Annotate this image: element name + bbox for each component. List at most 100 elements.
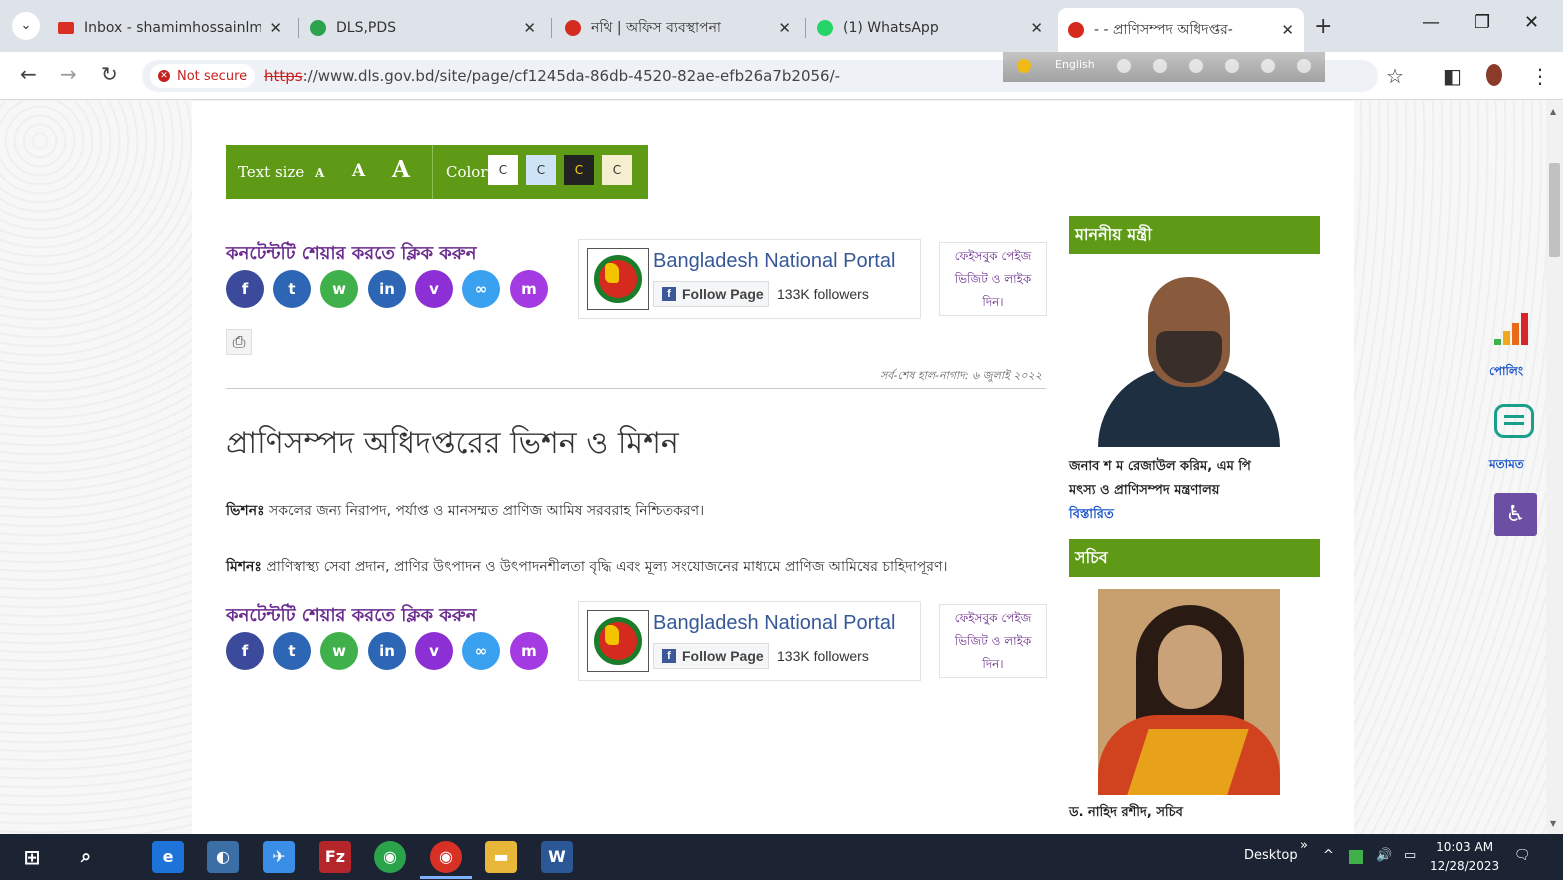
close-tab-icon[interactable]: ✕ <box>1030 19 1043 37</box>
notifications-icon[interactable]: 🗨 <box>1514 848 1531 863</box>
back-button[interactable]: ← <box>20 62 37 86</box>
followers-count: 133K followers <box>777 648 869 664</box>
info-icon[interactable] <box>1297 59 1311 73</box>
restore-button[interactable]: ❐ <box>1474 12 1490 33</box>
tray-overflow-icon[interactable]: ^ <box>1323 848 1334 863</box>
details-link[interactable]: বিস্তারিত <box>1069 505 1114 526</box>
tab-whatsapp[interactable]: (1) WhatsApp ✕ <box>807 8 1053 48</box>
toggle-icon[interactable] <box>1117 59 1131 73</box>
color-blue-button[interactable]: C <box>526 155 556 185</box>
share-linkedin-button[interactable]: in <box>368 270 406 308</box>
share-viber-button[interactable]: v <box>415 632 453 670</box>
polling-icon[interactable] <box>1494 311 1536 345</box>
share-messenger-button[interactable]: m <box>510 270 548 308</box>
share-whatsapp-button[interactable]: w <box>320 270 358 308</box>
new-tab-button[interactable]: + <box>1314 14 1332 39</box>
tab-gmail[interactable]: Inbox - shamimhossainlms@ ✕ <box>48 8 292 48</box>
share-messenger-button[interactable]: m <box>510 632 548 670</box>
share-linkedin-button[interactable]: in <box>368 632 406 670</box>
share-twitter-button[interactable]: t <box>273 270 311 308</box>
file-explorer-icon[interactable]: ▬ <box>485 841 517 873</box>
share-copy-link-button[interactable]: ∞ <box>462 270 500 308</box>
browser-menu-icon[interactable]: ⋮ <box>1530 64 1550 88</box>
opinion-label[interactable]: মতামত <box>1489 456 1524 476</box>
close-tab-icon[interactable]: ✕ <box>778 19 791 37</box>
share-whatsapp-button[interactable]: w <box>320 632 358 670</box>
pin-icon[interactable] <box>1153 59 1167 73</box>
help-icon[interactable] <box>1261 59 1275 73</box>
forward-button[interactable]: → <box>60 62 77 86</box>
secretary-name: ড. নাহিদ রশীদ, সচিব <box>1069 805 1183 820</box>
system-app-icon[interactable]: ◐ <box>207 841 239 873</box>
portal-name-link[interactable]: Bangladesh National Portal <box>653 250 895 273</box>
search-icon[interactable]: ⌕ <box>70 841 102 873</box>
taskbar-clock[interactable]: 10:03 AM 12/28/2023 <box>1430 838 1499 876</box>
share-twitter-button[interactable]: t <box>273 632 311 670</box>
word-icon[interactable]: W <box>541 841 573 873</box>
tray-app-icon[interactable] <box>1349 850 1363 864</box>
scroll-down-arrow[interactable]: ▼ <box>1550 819 1556 828</box>
print-button[interactable]: ⎙ <box>226 329 252 355</box>
gear-icon[interactable] <box>1189 59 1203 73</box>
color-cream-button[interactable]: C <box>602 155 632 185</box>
share-viber-button[interactable]: v <box>415 270 453 308</box>
chrome-icon[interactable]: ◉ <box>374 841 406 873</box>
warning-icon: ✕ <box>158 70 170 82</box>
accessibility-icon[interactable]: ♿ <box>1494 493 1537 536</box>
followers-count: 133K followers <box>777 286 869 302</box>
color-white-button[interactable]: C <box>488 155 518 185</box>
translator-extension-bar[interactable]: English <box>1003 52 1325 82</box>
feedback-chat-icon[interactable] <box>1494 404 1534 438</box>
follow-page-button[interactable]: f Follow Page <box>653 281 769 307</box>
close-tab-icon[interactable]: ✕ <box>523 19 536 37</box>
desktop-toolbar-label[interactable]: Desktop <box>1244 848 1298 863</box>
minimize-button[interactable]: — <box>1422 12 1440 33</box>
tab-dls-active[interactable]: - - প্রাণিসম্পদ অধিদপ্তর- ✕ <box>1058 8 1304 52</box>
page-scrollbar[interactable]: ▲ ▼ <box>1546 101 1563 834</box>
facebook-visit-box[interactable]: ফেইসবুক পেইজ ভিজিট ও লাইক দিন। <box>939 604 1047 678</box>
side-panel-icon[interactable]: ◧ <box>1443 64 1462 88</box>
reload-button[interactable]: ↻ <box>101 62 118 86</box>
toolbar-expand-icon[interactable]: » <box>1300 838 1308 853</box>
scrollbar-thumb[interactable] <box>1549 163 1560 257</box>
text-size-large-button[interactable]: A <box>392 156 410 183</box>
windows-start-icon[interactable]: ⊞ <box>16 841 48 873</box>
translate-icon[interactable] <box>1017 59 1031 73</box>
share-facebook-button[interactable]: f <box>226 270 264 308</box>
close-tab-icon[interactable]: ✕ <box>269 19 282 37</box>
page-title: প্রাণিসম্পদ অধিদপ্তরের ভিশন ও মিশন <box>226 426 679 461</box>
chrome-active-icon[interactable]: ◉ <box>430 841 462 873</box>
mission-label: মিশনঃ <box>226 559 262 575</box>
tab-nothi[interactable]: নথি | অফিস ব্যবস্থাপনা ✕ <box>555 8 801 48</box>
portal-name-link[interactable]: Bangladesh National Portal <box>653 612 895 635</box>
text-size-medium-button[interactable]: A <box>352 161 365 181</box>
language-label[interactable]: English <box>1055 58 1095 71</box>
text-size-small-button[interactable]: A <box>315 166 324 180</box>
bookmark-star-icon[interactable]: ☆ <box>1386 64 1404 88</box>
last-updated: সর্ব-শেষ হাল-নাগাদ: ৬ জুলাই ২০২২ <box>880 369 1042 382</box>
url-text[interactable]: https://www.dls.gov.bd/site/page/cf1245d… <box>264 67 840 85</box>
color-dark-button[interactable]: C <box>564 155 594 185</box>
security-label: Not secure <box>177 68 248 84</box>
tab-dls-pds[interactable]: DLS,PDS ✕ <box>300 8 546 48</box>
tab-search-button[interactable]: ⌄ <box>12 12 40 40</box>
polling-label[interactable]: পোলিং <box>1489 363 1523 383</box>
url-rest: ://www.dls.gov.bd/site/page/cf1245da-86d… <box>302 67 841 85</box>
minister-photo <box>1098 267 1280 447</box>
follow-page-button[interactable]: f Follow Page <box>653 643 769 669</box>
scroll-up-arrow[interactable]: ▲ <box>1550 107 1556 116</box>
mission-text: প্রাণিস্বাস্থ্য সেবা প্রদান, প্রাণির উৎপ… <box>266 559 948 575</box>
telegram-icon[interactable]: ✈ <box>263 841 295 873</box>
profile-avatar[interactable] <box>1486 64 1502 86</box>
edge-icon[interactable]: e <box>152 841 184 873</box>
close-window-button[interactable]: ✕ <box>1524 12 1539 33</box>
ie-icon[interactable] <box>1225 59 1239 73</box>
close-tab-icon[interactable]: ✕ <box>1281 21 1294 39</box>
network-icon[interactable]: ▭ <box>1404 848 1416 863</box>
volume-icon[interactable]: 🔊 <box>1376 848 1392 863</box>
share-facebook-button[interactable]: f <box>226 632 264 670</box>
filezilla-icon[interactable]: Fz <box>319 841 351 873</box>
share-copy-link-button[interactable]: ∞ <box>462 632 500 670</box>
facebook-visit-box[interactable]: ফেইসবুক পেইজ ভিজিট ও লাইক দিন। <box>939 242 1047 316</box>
security-chip[interactable]: ✕ Not secure <box>150 64 256 88</box>
